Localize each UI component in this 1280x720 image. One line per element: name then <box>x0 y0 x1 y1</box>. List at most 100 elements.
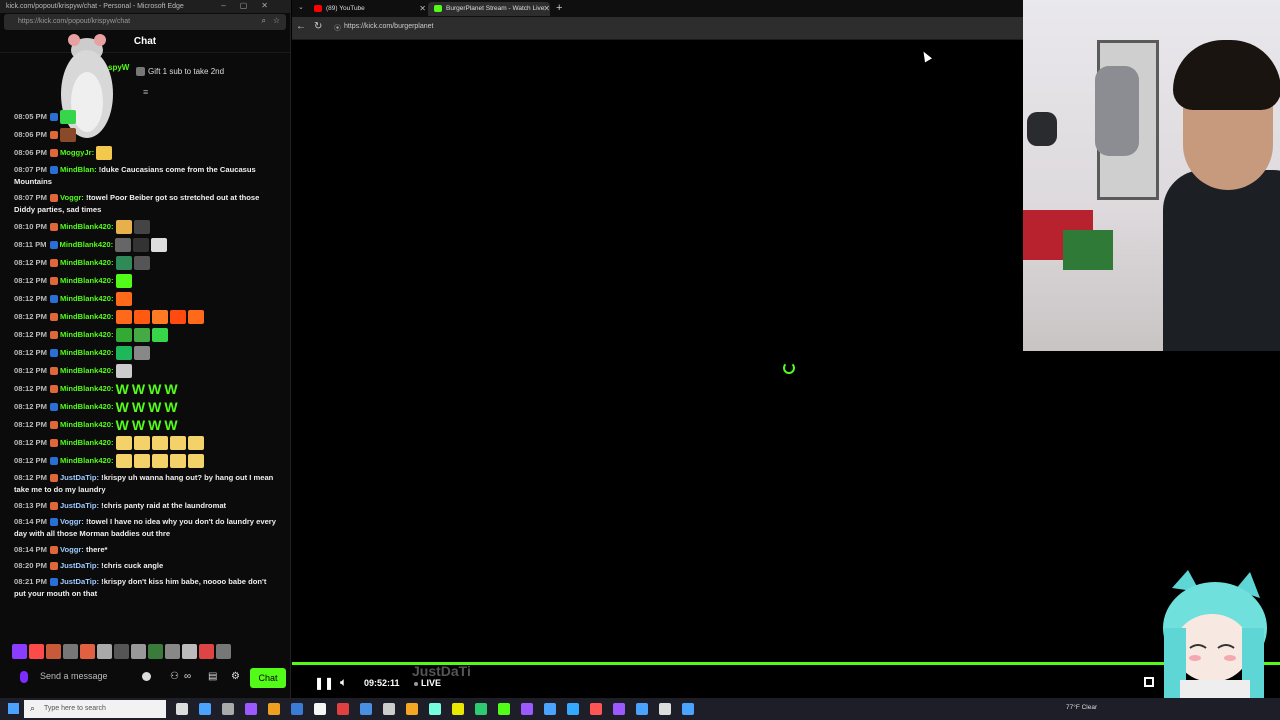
window-controls[interactable]: –▢✕ <box>221 1 282 10</box>
chat-message[interactable]: 08:21 PM JustDaTip: !krispy don't kiss hi… <box>0 574 290 602</box>
chat-message[interactable]: 08:07 PM Voggr: !towel Poor Beiber got so… <box>0 190 290 218</box>
chat-message[interactable]: 08:05 PM <box>0 108 290 126</box>
chat-message[interactable]: 08:12 PM JustDaTip: !krispy uh wanna hang… <box>0 470 290 498</box>
chat-message[interactable]: 08:12 PM MindBlank420: WWWW <box>0 380 290 398</box>
pause-icon[interactable]: ❚❚ <box>314 676 334 690</box>
message-username[interactable]: MindBlank420: <box>60 276 114 285</box>
message-username[interactable]: JustDaTip: <box>60 561 99 570</box>
refresh-icon[interactable]: ↻ <box>314 21 322 32</box>
message-username[interactable]: Voggr: <box>60 193 84 202</box>
close-tab-icon[interactable]: ✕ <box>543 4 550 13</box>
chat-message[interactable]: 08:12 PM MindBlank420: <box>0 308 290 326</box>
chat-message-list[interactable]: 08:05 PM 08:06 PM 08:06 PM MoggyJr: 08:07 P… <box>0 108 290 602</box>
message-username[interactable]: MindBlank420: <box>60 456 114 465</box>
quick-emote[interactable] <box>12 644 27 659</box>
taskbar-app-icon[interactable] <box>337 703 349 715</box>
chat-send-button[interactable]: Chat <box>250 668 286 688</box>
tab-burgerplanet[interactable]: BurgerPlanet Stream - Watch Live ✕ <box>428 2 550 16</box>
quick-emote[interactable] <box>114 644 129 659</box>
taskbar-app-icon[interactable] <box>544 703 556 715</box>
taskbar-app-icon[interactable] <box>429 703 441 715</box>
chat-message[interactable]: 08:10 PM MindBlank420: <box>0 218 290 236</box>
quick-emote[interactable] <box>216 644 231 659</box>
close-tab-icon[interactable]: ✕ <box>419 4 426 13</box>
chat-message[interactable]: 08:12 PM MindBlank420: <box>0 344 290 362</box>
taskbar-app-icon[interactable] <box>452 703 464 715</box>
pinned-menu-icon[interactable]: ≡ <box>143 87 148 97</box>
chat-message[interactable]: 08:12 PM MindBlank420: <box>0 272 290 290</box>
taskbar-app-icon[interactable] <box>613 703 625 715</box>
chat-message[interactable]: 08:13 PM JustDaTip: !chris panty raid at … <box>0 498 290 514</box>
extensions-icon[interactable]: ☆ <box>273 16 280 25</box>
message-username[interactable]: MindBlank420: <box>60 384 114 393</box>
send-message-input[interactable]: Send a message <box>40 671 108 681</box>
settings-icon[interactable]: ⚙ <box>231 671 240 682</box>
zoom-icon[interactable]: ⌕ <box>262 16 266 26</box>
quick-emote[interactable] <box>182 644 197 659</box>
message-username[interactable]: MindBlank420: <box>60 420 114 429</box>
chat-message[interactable]: 08:12 PM MindBlank420: <box>0 290 290 308</box>
chat-message[interactable]: 08:07 PM MindBlan: !duke Caucasians come … <box>0 162 290 190</box>
address-bar[interactable]: https://kick.com/burgerplanet <box>344 23 434 30</box>
message-username[interactable]: MindBlank420: <box>60 366 114 375</box>
taskbar-app-icon[interactable] <box>314 703 326 715</box>
taskbar-search[interactable]: ⌕ Type here to search <box>24 700 166 718</box>
users-icon[interactable]: ⚇ <box>170 671 179 682</box>
message-username[interactable]: MindBlank420: <box>60 240 114 249</box>
quick-emote[interactable] <box>46 644 61 659</box>
taskbar-app-icon[interactable] <box>521 703 533 715</box>
taskbar-app-icon[interactable] <box>199 703 211 715</box>
message-username[interactable]: MindBlank420: <box>60 294 114 303</box>
chat-message[interactable]: 08:06 PM <box>0 126 290 144</box>
taskbar-app-icon[interactable] <box>659 703 671 715</box>
chat-message[interactable]: 08:12 PM MindBlank420: <box>0 362 290 380</box>
chat-message[interactable]: 08:12 PM MindBlank420: <box>0 326 290 344</box>
taskbar-app-icon[interactable] <box>475 703 487 715</box>
quick-emote[interactable] <box>131 644 146 659</box>
quick-emote[interactable] <box>29 644 44 659</box>
quick-emote[interactable] <box>199 644 214 659</box>
chat-message[interactable]: 08:12 PM MindBlank420: <box>0 254 290 272</box>
message-username[interactable]: MindBlank420: <box>60 348 114 357</box>
taskbar-app-icon[interactable] <box>268 703 280 715</box>
quick-emote[interactable] <box>80 644 95 659</box>
taskbar-app-icon[interactable] <box>682 703 694 715</box>
message-username[interactable]: MoggyJr: <box>60 148 94 157</box>
message-username[interactable]: MindBlank420: <box>60 312 114 321</box>
windows-start-icon[interactable] <box>8 703 19 714</box>
weather-widget[interactable]: 77°F Clear <box>1066 704 1097 711</box>
tab-actions-icon[interactable]: ⌄ <box>298 3 304 11</box>
message-username[interactable]: JustDaTip: <box>60 501 99 510</box>
chat-message[interactable]: 08:12 PM MindBlank420: WWWW <box>0 416 290 434</box>
volume-icon[interactable]: 🔈︎ <box>340 675 347 690</box>
message-username[interactable]: MindBlank420: <box>60 330 114 339</box>
tab-youtube[interactable]: (89) YouTube ✕ <box>308 2 426 16</box>
message-username[interactable]: MindBlan: <box>60 165 97 174</box>
store-icon[interactable]: ▤ <box>208 671 217 682</box>
chat-message[interactable]: 08:14 PM Voggr: !towel I have no idea why… <box>0 514 290 542</box>
message-username[interactable]: JustDaTip: <box>60 577 99 586</box>
taskbar-app-icon[interactable] <box>222 703 234 715</box>
chat-message[interactable]: 08:20 PM JustDaTip: !chris cuck angle <box>0 558 290 574</box>
chat-message[interactable]: 08:14 PM Voggr: there* <box>0 542 290 558</box>
message-username[interactable]: JustDaTip: <box>60 473 99 482</box>
taskbar-app-icon[interactable] <box>406 703 418 715</box>
quick-emote[interactable] <box>63 644 78 659</box>
quick-emote[interactable] <box>148 644 163 659</box>
taskbar-app-icon[interactable] <box>176 703 188 715</box>
message-username[interactable]: MindBlank420: <box>60 438 114 447</box>
taskbar-app-icon[interactable] <box>291 703 303 715</box>
taskbar-app-icon[interactable] <box>590 703 602 715</box>
message-username[interactable]: MindBlank420: <box>60 222 114 231</box>
taskbar-app-icon[interactable] <box>567 703 579 715</box>
message-username[interactable]: MindBlank420: <box>60 402 114 411</box>
chat-message[interactable]: 08:06 PM MoggyJr: <box>0 144 290 162</box>
gift-sub-notice[interactable]: Gift 1 sub to take 2nd <box>136 67 224 77</box>
voice-icon[interactable] <box>20 671 28 683</box>
quick-emote[interactable] <box>165 644 180 659</box>
chat-message[interactable]: 08:11 PM MindBlank420: <box>0 236 290 254</box>
message-username[interactable]: Voggr: <box>60 517 84 526</box>
message-username[interactable]: Voggr: <box>60 545 84 554</box>
quick-emote[interactable] <box>97 644 112 659</box>
taskbar-app-icon[interactable] <box>636 703 648 715</box>
